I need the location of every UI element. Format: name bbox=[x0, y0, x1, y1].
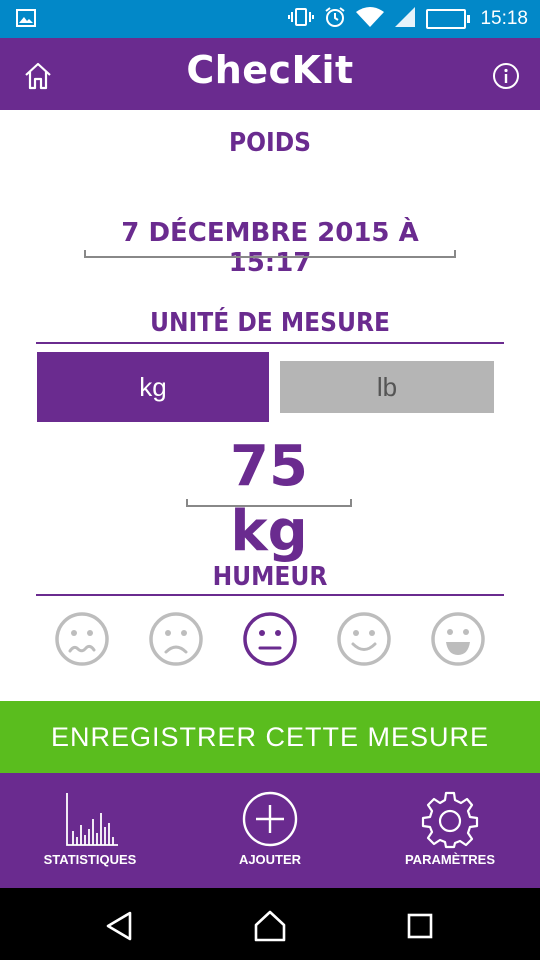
alarm-icon bbox=[324, 6, 346, 33]
system-home-icon[interactable] bbox=[252, 908, 288, 944]
nav-settings[interactable]: PARAMÈTRES bbox=[360, 773, 540, 888]
very-sad-face-icon[interactable] bbox=[54, 611, 110, 667]
battery-icon: 61 % bbox=[426, 9, 471, 29]
page-title: POIDS bbox=[229, 128, 311, 158]
happy-face-icon[interactable] bbox=[336, 611, 392, 667]
bottom-nav: STATISTIQUES AJOUTER PARAMÈTRES bbox=[0, 773, 540, 888]
unit-lb-label: lb bbox=[376, 371, 398, 402]
unit-section-title: UNITÉ DE MESURE bbox=[150, 308, 390, 338]
wifi-icon bbox=[356, 6, 385, 33]
nav-statistics-label: STATISTIQUES bbox=[43, 852, 137, 867]
add-circle-icon bbox=[240, 789, 300, 849]
neutral-face-icon[interactable] bbox=[242, 611, 298, 667]
date-value: 7 DÉCEMBRE 2015 À 15:17 bbox=[121, 218, 419, 278]
app-header: ChecKit bbox=[0, 38, 540, 110]
divider bbox=[36, 594, 504, 596]
cell-signal-icon bbox=[394, 6, 416, 33]
gear-icon bbox=[420, 789, 480, 849]
nav-statistics[interactable]: STATISTIQUES bbox=[0, 773, 180, 888]
very-happy-face-icon[interactable] bbox=[430, 611, 486, 667]
system-nav-bar bbox=[0, 888, 540, 960]
unit-kg-button[interactable]: kg bbox=[37, 352, 269, 422]
nav-add[interactable]: AJOUTER bbox=[180, 773, 360, 888]
status-bar: 61 % 15:18 bbox=[0, 0, 540, 38]
info-icon[interactable] bbox=[492, 62, 520, 90]
save-measure-label: ENREGISTRER CETTE MESURE bbox=[50, 721, 490, 752]
divider bbox=[36, 342, 504, 344]
bar-chart-icon bbox=[60, 789, 120, 849]
image-notification-icon bbox=[16, 9, 36, 27]
sad-face-icon[interactable] bbox=[148, 611, 204, 667]
clock: 15:18 bbox=[480, 8, 528, 29]
weight-input-underline bbox=[186, 499, 352, 507]
recents-icon[interactable] bbox=[402, 908, 438, 944]
nav-settings-label: PARAMÈTRES bbox=[404, 852, 496, 867]
back-icon[interactable] bbox=[102, 908, 138, 944]
unit-kg-label: kg bbox=[139, 371, 167, 402]
vibrate-icon bbox=[288, 7, 315, 32]
mood-selector bbox=[36, 611, 504, 667]
save-measure-button[interactable]: ENREGISTRER CETTE MESURE bbox=[0, 701, 540, 773]
date-field-underline bbox=[84, 250, 456, 258]
app-title: ChecKit bbox=[186, 48, 354, 92]
unit-lb-button[interactable]: lb bbox=[280, 361, 494, 413]
weight-input[interactable]: 75 kg bbox=[186, 434, 352, 564]
nav-add-label: AJOUTER bbox=[238, 852, 302, 867]
battery-percent: 61 % bbox=[431, 11, 462, 26]
mood-section-title: HUMEUR bbox=[212, 562, 328, 592]
